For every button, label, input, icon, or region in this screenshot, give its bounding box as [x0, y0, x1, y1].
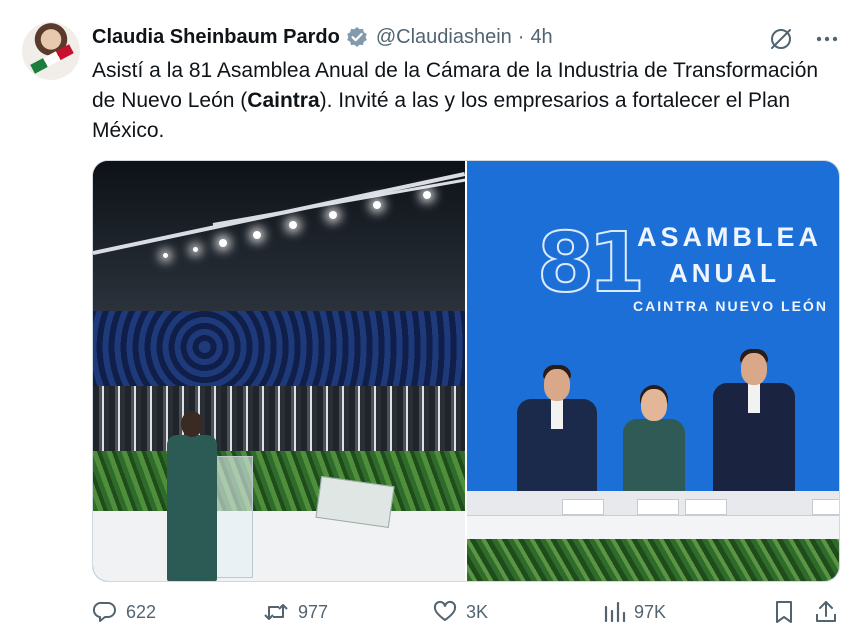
author-avatar[interactable]	[22, 22, 80, 80]
speaker-figure	[163, 411, 219, 581]
speaker-head	[181, 411, 203, 437]
speaker-body	[167, 435, 217, 581]
repost-button[interactable]: 977	[262, 599, 328, 625]
logo-title-line2: ANUAL	[669, 258, 780, 288]
share-icon	[816, 601, 836, 622]
repost-count: 977	[298, 601, 329, 622]
post-text-bold-link[interactable]: Caintra	[247, 89, 319, 112]
post-action-bar: 622 977 3K 97K	[92, 597, 838, 627]
reply-button[interactable]: 622	[92, 599, 156, 625]
author-handle[interactable]: @Claudiashein	[376, 26, 512, 49]
stage-light	[423, 191, 431, 199]
bookmark-button[interactable]	[772, 599, 804, 625]
post-text: Asistí a la 81 Asamblea Anual de la Cáma…	[92, 56, 832, 146]
name-card	[685, 499, 727, 515]
stage-light	[163, 253, 168, 258]
logo-subtitle: CAINTRA NUEVO LEÓN	[633, 298, 828, 314]
author-name[interactable]: Claudia Sheinbaum Pardo	[92, 26, 340, 49]
stage-light	[219, 239, 227, 247]
stage-light	[329, 211, 337, 219]
reply-icon	[92, 601, 116, 622]
man-applauding-left	[517, 365, 597, 499]
name-card	[562, 499, 604, 515]
post-media: 81 ASAMBLEA ANUAL CAINTRA NUEVO LEÓN	[92, 160, 840, 582]
woman-applauding-center	[623, 385, 685, 499]
like-count: 3K	[466, 601, 489, 622]
post-timestamp[interactable]: 4h	[530, 26, 552, 49]
views-count: 97K	[634, 601, 667, 622]
stage-light	[193, 247, 198, 252]
table-greenery	[467, 539, 839, 581]
post-top-actions	[768, 26, 840, 52]
views-button[interactable]: 97K	[602, 599, 666, 625]
stage-plants	[93, 451, 465, 511]
repost-icon	[264, 604, 288, 620]
post-header: Claudia Sheinbaum Pardo @Claudiashein · …	[92, 24, 553, 50]
logo-number: 81	[536, 215, 646, 312]
name-card	[637, 499, 679, 515]
more-dots-icon[interactable]	[814, 26, 840, 52]
heart-icon	[433, 600, 457, 621]
reply-count: 622	[126, 601, 157, 622]
stage-light	[373, 201, 381, 209]
slash-circle-icon[interactable]	[768, 26, 794, 52]
man-applauding-right	[713, 349, 795, 499]
verified-badge-icon[interactable]	[346, 26, 368, 48]
header-separator: ·	[517, 25, 525, 48]
stage-light	[289, 221, 297, 229]
logo-title-line1: ASAMBLEA	[637, 222, 822, 252]
share-button[interactable]	[814, 599, 846, 625]
like-button[interactable]: 3K	[432, 599, 488, 625]
event-logo: 81 ASAMBLEA ANUAL CAINTRA NUEVO LEÓN	[536, 215, 837, 346]
photo-assembly-hall[interactable]	[93, 161, 465, 581]
bookmark-icon	[776, 601, 792, 623]
avatar-sash	[30, 44, 74, 74]
photo-stage-applause[interactable]: 81 ASAMBLEA ANUAL CAINTRA NUEVO LEÓN	[467, 161, 839, 581]
stage-light	[253, 231, 261, 239]
views-icon	[604, 601, 626, 623]
name-card	[812, 499, 839, 515]
audience-crowd	[93, 386, 465, 456]
